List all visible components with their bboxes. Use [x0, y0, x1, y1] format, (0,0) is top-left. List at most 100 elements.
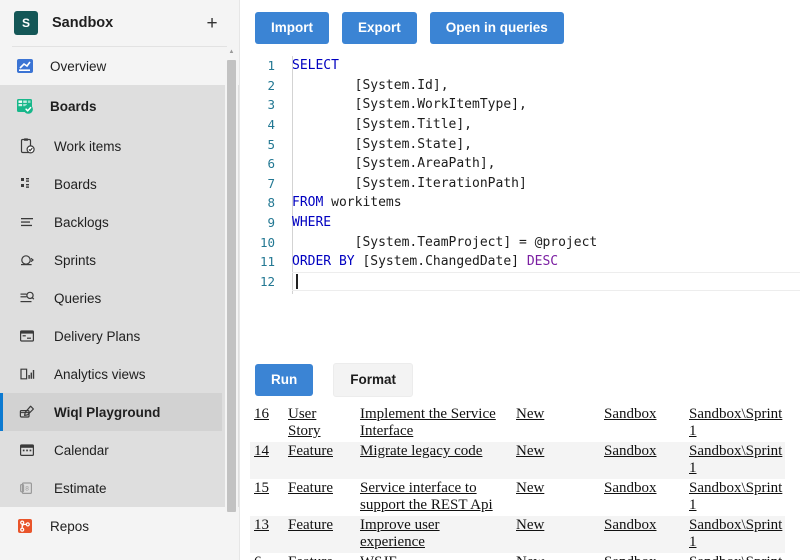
- cell-link[interactable]: New: [516, 406, 544, 422]
- table-row[interactable]: 6 Feature WSJF New Sandbox Sandbox\Sprint 1: [250, 553, 785, 560]
- format-button[interactable]: Format: [333, 363, 414, 397]
- code-line[interactable]: 11 ORDER BY [System.ChangedDate] DESC: [240, 252, 800, 272]
- code-text: [System.WorkItemType],: [292, 97, 527, 113]
- cell-link[interactable]: 13: [254, 517, 269, 533]
- code-text: [System.AreaPath],: [292, 156, 496, 172]
- cell-link[interactable]: New: [516, 517, 544, 533]
- cell-link[interactable]: Feature: [288, 517, 333, 533]
- add-icon[interactable]: +: [201, 12, 223, 34]
- sidebar-group-boards[interactable]: Boards: [0, 85, 222, 127]
- import-button[interactable]: Import: [255, 12, 329, 44]
- code-line[interactable]: 8 FROM workitems: [240, 193, 800, 213]
- sidebar-item-repos[interactable]: Repos: [0, 507, 222, 545]
- code-line[interactable]: 10 [System.TeamProject] = @project: [240, 232, 800, 252]
- line-number: 12: [259, 273, 275, 289]
- cell-link[interactable]: WSJF: [360, 554, 397, 560]
- cell-iteration-path: Sandbox\Sprint 1: [685, 553, 785, 560]
- cell-link[interactable]: 6: [254, 554, 262, 560]
- sidebar-item-estimate[interactable]: 8 Estimate: [0, 469, 222, 507]
- cell-link[interactable]: Implement the Service Interface: [360, 406, 496, 439]
- code-line[interactable]: 6 [System.AreaPath],: [240, 154, 800, 174]
- cell-link[interactable]: Sandbox\Sprint 1: [689, 480, 782, 513]
- cell-state: New: [512, 516, 600, 553]
- export-button[interactable]: Export: [342, 12, 417, 44]
- cell-title: WSJF: [356, 553, 512, 560]
- table-row[interactable]: 14 Feature Migrate legacy code New Sandbox Sa…: [250, 442, 785, 479]
- cell-link[interactable]: Service interface to support the REST Ap…: [360, 480, 493, 513]
- run-button[interactable]: Run: [255, 364, 314, 396]
- cell-link[interactable]: Feature: [288, 480, 333, 496]
- cell-id: 14: [250, 442, 284, 479]
- cell-iteration-path: Sandbox\Sprint 1: [685, 442, 785, 479]
- cell-link[interactable]: 16: [254, 406, 269, 422]
- sidebar-item-backlogs[interactable]: Backlogs: [0, 203, 222, 241]
- nav-section-bottom: Repos: [0, 507, 239, 545]
- code-line[interactable]: 7 [System.IterationPath]: [240, 174, 800, 194]
- code-line[interactable]: 1 SELECT: [240, 56, 800, 76]
- code-line[interactable]: 9 WHERE: [240, 213, 800, 233]
- nav-section-top: Overview: [0, 47, 239, 85]
- cell-id: 16: [250, 405, 284, 442]
- cell-link[interactable]: Feature: [288, 554, 333, 560]
- code-text: [System.State],: [292, 136, 473, 152]
- code-line[interactable]: 2 [System.Id],: [240, 76, 800, 96]
- cell-link[interactable]: Sandbox: [604, 517, 657, 533]
- code-line[interactable]: 3 [System.WorkItemType],: [240, 95, 800, 115]
- sidebar-item-boards[interactable]: Boards: [0, 165, 222, 203]
- table-row[interactable]: 16 User Story Implement the Service Interf…: [250, 405, 785, 442]
- open-in-queries-button[interactable]: Open in queries: [429, 12, 564, 44]
- editor-toolbar: Import Export Open in queries: [240, 0, 800, 44]
- sidebar-item-sprints[interactable]: Sprints: [0, 241, 222, 279]
- code-line[interactable]: 4 [System.Title],: [240, 115, 800, 135]
- sidebar-item-wiql-playground[interactable]: Wiql Playground: [0, 393, 222, 431]
- cell-area-path: Sandbox: [600, 442, 685, 479]
- cell-iteration-path: Sandbox\Sprint 1: [685, 516, 785, 553]
- sidebar-scrollbar-thumb[interactable]: [227, 60, 236, 512]
- main-content: Import Export Open in queries 1 SELECT 2 […: [240, 0, 800, 560]
- table-row[interactable]: 13 Feature Improve user experience New Sandb…: [250, 516, 785, 553]
- cell-title: Implement the Service Interface: [356, 405, 512, 442]
- code-line[interactable]: 5 [System.State],: [240, 134, 800, 154]
- sidebar-item-label: Repos: [50, 518, 90, 534]
- overview-icon: [14, 55, 36, 77]
- sidebar-item-delivery-plans[interactable]: Delivery Plans: [0, 317, 222, 355]
- cell-link[interactable]: Sandbox\Sprint 1: [689, 443, 782, 476]
- sidebar-item-label: Backlogs: [54, 214, 109, 230]
- cell-link[interactable]: 14: [254, 443, 269, 459]
- sidebar-item-work-items[interactable]: Work items: [0, 127, 222, 165]
- cell-link[interactable]: Sandbox: [604, 480, 657, 496]
- sidebar-scrollbar[interactable]: ▲: [225, 47, 238, 560]
- sidebar-item-overview[interactable]: Overview: [0, 47, 222, 85]
- code-text: [System.Id],: [292, 77, 449, 93]
- cell-link[interactable]: Sandbox: [604, 443, 657, 459]
- repos-icon: [14, 515, 36, 537]
- cell-link[interactable]: Feature: [288, 443, 333, 459]
- line-number: 1: [267, 58, 275, 74]
- sidebar-item-calendar[interactable]: Calendar: [0, 431, 222, 469]
- code-line[interactable]: 12: [240, 271, 800, 292]
- cell-link[interactable]: Sandbox: [604, 406, 657, 422]
- table-row[interactable]: 15 Feature Service interface to support th…: [250, 479, 785, 516]
- cell-link[interactable]: User Story: [288, 406, 321, 439]
- cell-link[interactable]: New: [516, 480, 544, 496]
- cell-link[interactable]: New: [516, 443, 544, 459]
- code-text: [System.TeamProject] = @project: [292, 234, 598, 250]
- cell-iteration-path: Sandbox\Sprint 1: [685, 479, 785, 516]
- cell-link[interactable]: Sandbox\Sprint 1: [689, 406, 782, 439]
- cell-link[interactable]: Improve user experience: [360, 517, 440, 550]
- cell-link[interactable]: 15: [254, 480, 269, 496]
- cell-link[interactable]: New: [516, 554, 544, 560]
- sidebar-item-analytics-views[interactable]: Analytics views: [0, 355, 222, 393]
- cell-link[interactable]: Sandbox: [604, 554, 657, 560]
- cell-link[interactable]: Sandbox\Sprint 1: [689, 517, 782, 550]
- sidebar-item-label: Work items: [54, 138, 122, 154]
- cell-link[interactable]: Migrate legacy code: [360, 443, 482, 459]
- sidebar-item-queries[interactable]: Queries: [0, 279, 222, 317]
- cell-area-path: Sandbox: [600, 405, 685, 442]
- scroll-up-arrow-icon[interactable]: ▲: [225, 47, 238, 57]
- cell-link[interactable]: Sandbox\Sprint 1: [689, 554, 782, 560]
- cell-work-item-type: Feature: [284, 553, 356, 560]
- line-number: 11: [259, 254, 275, 270]
- wiql-code-editor[interactable]: 1 SELECT 2 [System.Id], 3 [System.WorkItemT…: [240, 56, 800, 294]
- code-text: WHERE: [292, 215, 332, 231]
